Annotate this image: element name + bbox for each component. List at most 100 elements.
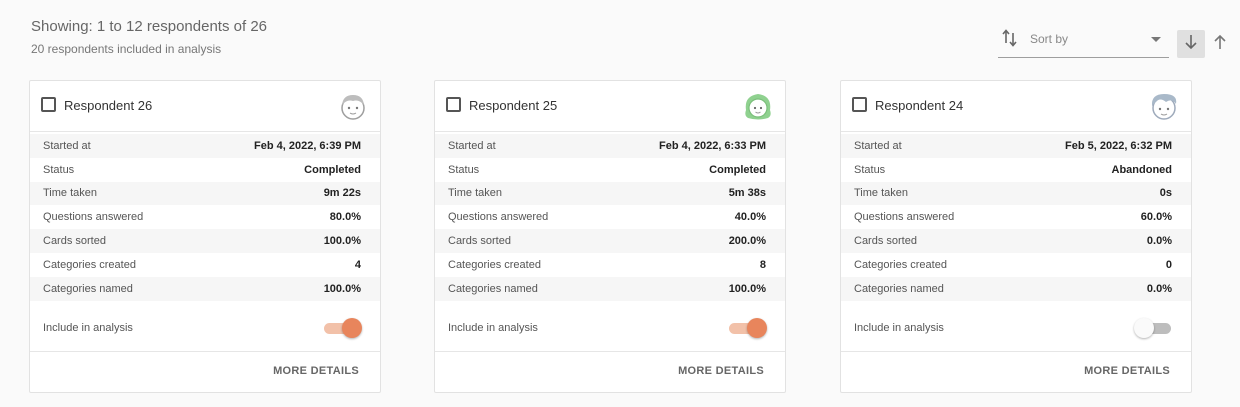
avatar-icon: [1148, 90, 1180, 122]
stat-row: Status Completed: [435, 158, 785, 182]
stat-label: Cards sorted: [854, 235, 917, 248]
respondent-stats: Started at Feb 4, 2022, 6:39 PM Status Com…: [30, 132, 380, 301]
stat-label: Questions answered: [854, 211, 955, 224]
include-label: Include in analysis: [43, 322, 133, 334]
stat-label: Categories created: [448, 258, 541, 271]
stat-value: 8: [759, 258, 766, 271]
stat-row: Questions answered 80.0%: [30, 205, 380, 229]
stat-label: Status: [448, 163, 480, 176]
sort-by-select[interactable]: Sort by: [998, 28, 1169, 58]
stat-row: Time taken 5m 38s: [435, 181, 785, 206]
stat-value: Abandoned: [1111, 163, 1173, 176]
stat-value: Feb 4, 2022, 6:33 PM: [659, 139, 766, 152]
stat-label: Questions answered: [43, 211, 144, 224]
stat-label: Categories named: [43, 282, 133, 295]
stat-row: Categories created 8: [435, 253, 785, 277]
arrow-up-icon: [1213, 34, 1227, 55]
stat-value: 0.0%: [1146, 282, 1172, 295]
respondent-stats: Started at Feb 5, 2022, 6:32 PM Status Aba…: [841, 132, 1191, 301]
stat-label: Time taken: [43, 187, 98, 200]
stat-value: 40.0%: [734, 211, 766, 224]
toggle-knob: [1134, 318, 1154, 338]
more-details-button[interactable]: MORE DETAILS: [1084, 365, 1170, 377]
stat-label: Categories named: [448, 282, 538, 295]
included-count: 20 respondents included in analysis: [31, 42, 222, 56]
stat-row: Started at Feb 4, 2022, 6:33 PM: [435, 134, 785, 158]
include-in-analysis-row: Include in analysis: [30, 315, 380, 341]
card-header: Respondent 25: [435, 81, 785, 132]
include-in-analysis-row: Include in analysis: [435, 315, 785, 341]
respondent-name: Respondent 25: [469, 98, 558, 113]
sort-ascending-button[interactable]: [1206, 30, 1234, 58]
stat-value: 80.0%: [329, 211, 361, 224]
stat-row: Started at Feb 5, 2022, 6:32 PM: [841, 134, 1191, 158]
stat-value: Feb 4, 2022, 6:39 PM: [254, 139, 361, 152]
stat-label: Categories created: [43, 258, 136, 271]
respondent-card: Respondent 26 Started at Feb 4, 2022, 6:3…: [29, 80, 381, 393]
card-footer: MORE DETAILS: [435, 351, 785, 393]
include-toggle[interactable]: [1134, 318, 1174, 338]
stat-value: 200.0%: [728, 235, 766, 248]
stat-value: 0: [1165, 258, 1172, 271]
respondent-name: Respondent 24: [875, 98, 964, 113]
include-toggle[interactable]: [323, 318, 363, 338]
select-checkbox[interactable]: [446, 97, 461, 112]
respondent-card: Respondent 25 Started at Feb 4, 2022, 6:3…: [434, 80, 786, 393]
stat-value: 9m 22s: [323, 187, 361, 200]
select-checkbox[interactable]: [41, 97, 56, 112]
stat-label: Time taken: [448, 187, 503, 200]
more-details-button[interactable]: MORE DETAILS: [273, 365, 359, 377]
stat-label: Cards sorted: [43, 235, 106, 248]
stat-row: Started at Feb 4, 2022, 6:39 PM: [30, 134, 380, 158]
toggle-knob: [342, 318, 362, 338]
stat-value: 5m 38s: [728, 187, 766, 200]
include-label: Include in analysis: [448, 322, 538, 334]
more-details-button[interactable]: MORE DETAILS: [678, 365, 764, 377]
select-checkbox[interactable]: [852, 97, 867, 112]
stat-value: Feb 5, 2022, 6:32 PM: [1065, 139, 1172, 152]
respondent-stats: Started at Feb 4, 2022, 6:33 PM Status Com…: [435, 132, 785, 301]
stat-value: 0s: [1159, 187, 1172, 200]
stat-row: Time taken 9m 22s: [30, 181, 380, 206]
chevron-down-icon: [1151, 37, 1161, 42]
stat-label: Started at: [43, 139, 91, 152]
include-label: Include in analysis: [854, 322, 944, 334]
stat-value: 100.0%: [323, 282, 361, 295]
stat-row: Cards sorted 100.0%: [30, 229, 380, 253]
stat-row: Cards sorted 200.0%: [435, 229, 785, 253]
showing-count: Showing: 1 to 12 respondents of 26: [31, 18, 268, 35]
stat-row: Cards sorted 0.0%: [841, 229, 1191, 253]
respondent-name: Respondent 26: [64, 98, 153, 113]
stat-value: 100.0%: [728, 282, 766, 295]
stat-label: Started at: [448, 139, 496, 152]
avatar-icon: [742, 90, 774, 122]
sort-by-label: Sort by: [1030, 32, 1069, 46]
stat-label: Cards sorted: [448, 235, 511, 248]
stat-label: Questions answered: [448, 211, 549, 224]
stat-label: Started at: [854, 139, 902, 152]
include-in-analysis-row: Include in analysis: [841, 315, 1191, 341]
sort-descending-button[interactable]: [1177, 30, 1205, 58]
sort-arrows-icon: [1002, 28, 1018, 48]
card-header: Respondent 26: [30, 81, 380, 132]
stat-value: 0.0%: [1146, 235, 1172, 248]
stat-row: Time taken 0s: [841, 181, 1191, 206]
stat-label: Categories created: [854, 258, 947, 271]
stat-value: 4: [354, 258, 361, 271]
stat-row: Questions answered 60.0%: [841, 205, 1191, 229]
stat-row: Questions answered 40.0%: [435, 205, 785, 229]
stat-label: Status: [854, 163, 886, 176]
stat-row: Categories named 100.0%: [435, 276, 785, 301]
stat-value: Completed: [709, 163, 766, 176]
stat-value: 60.0%: [1140, 211, 1172, 224]
stat-row: Status Abandoned: [841, 158, 1191, 182]
stat-value: Completed: [304, 163, 361, 176]
include-toggle[interactable]: [728, 318, 768, 338]
card-footer: MORE DETAILS: [30, 351, 380, 393]
stat-label: Time taken: [854, 187, 909, 200]
toggle-knob: [747, 318, 767, 338]
stat-value: 100.0%: [323, 235, 361, 248]
card-footer: MORE DETAILS: [841, 351, 1191, 393]
stat-row: Categories named 100.0%: [30, 276, 380, 301]
arrow-down-icon: [1184, 34, 1198, 55]
